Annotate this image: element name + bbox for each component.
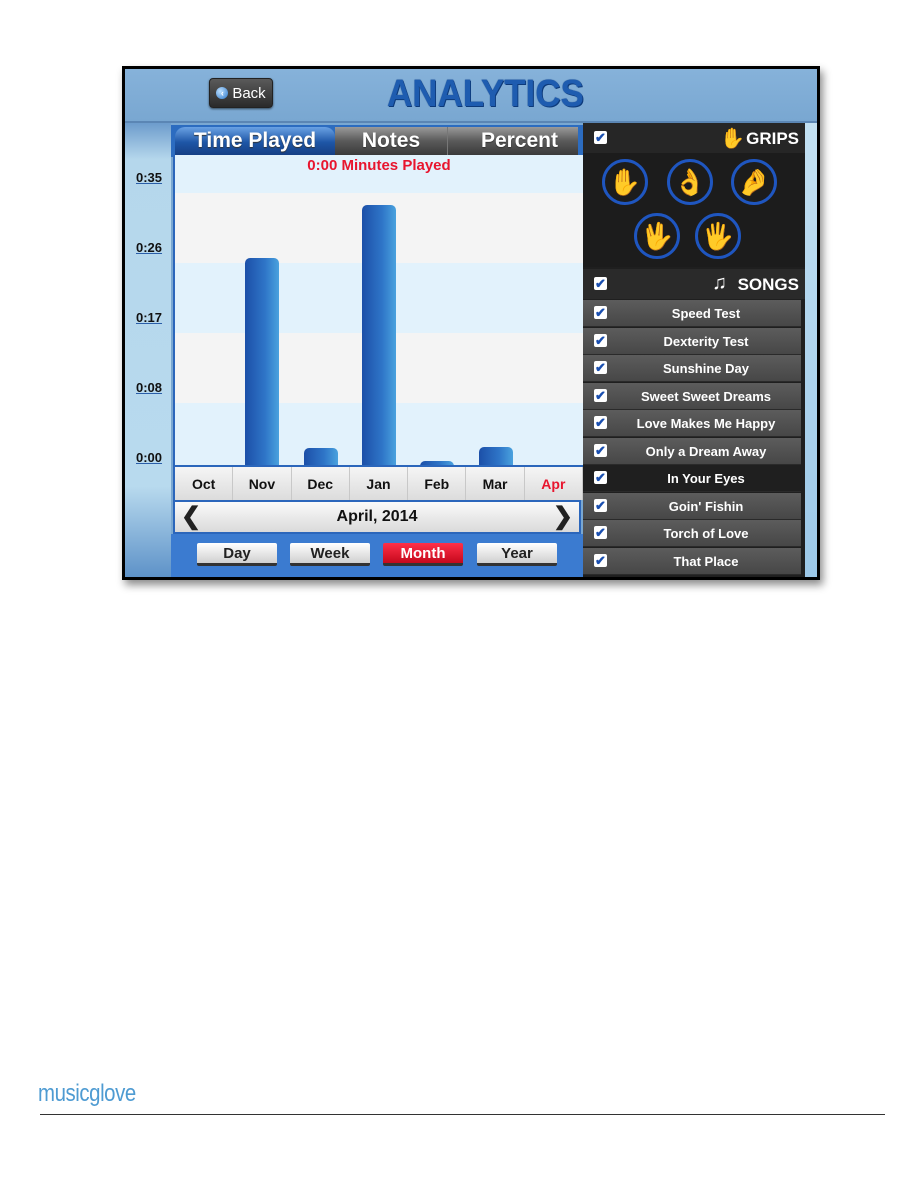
y-tick-label: 0:08: [136, 380, 163, 395]
y-axis-strip: 0:00 0:08 0:17 0:26 0:35: [125, 123, 171, 577]
tab-percent[interactable]: Percent: [448, 127, 578, 155]
song-title: Goin' Fishin: [668, 498, 744, 514]
song-checkbox[interactable]: ✔: [594, 553, 607, 567]
back-label: Back: [232, 84, 266, 102]
y-tick-label: 0:26: [136, 240, 163, 255]
grips-header: ✔ ✋ GRIPS: [583, 123, 805, 153]
song-list-item[interactable]: ✔ In Your Eyes: [583, 465, 801, 492]
x-tick-label-mar[interactable]: Mar: [466, 467, 525, 500]
header-bar: ‹ Back ANALYTICS: [125, 69, 817, 123]
song-checkbox[interactable]: ✔: [594, 471, 607, 484]
chevron-right-icon[interactable]: ❯: [553, 504, 573, 530]
song-checkbox[interactable]: ✔: [594, 333, 607, 347]
tab-bar: Time Played Notes Percent: [171, 125, 583, 157]
period-month-button[interactable]: Month: [383, 543, 463, 566]
song-title: Sweet Sweet Dreams: [640, 388, 772, 404]
page-title: ANALYTICS: [387, 73, 584, 115]
song-list-item[interactable]: ✔ Only a Dream Away: [583, 437, 801, 465]
y-tick-label: 0:00: [136, 450, 163, 465]
month-axis: Oct Nov Dec Jan Feb Mar Apr: [173, 465, 585, 500]
hand-icon: ✋: [720, 128, 745, 150]
y-tick-label: 0:35: [136, 170, 163, 185]
song-list-item[interactable]: ✔ Torch of Love: [583, 520, 801, 547]
song-checkbox[interactable]: ✔: [594, 443, 607, 457]
song-title: Dexterity Test: [663, 333, 749, 349]
grip-ok-sign-icon[interactable]: 👌: [667, 159, 713, 205]
song-title: Torch of Love: [663, 526, 749, 541]
period-week-button[interactable]: Week: [290, 543, 370, 566]
grip-flat-hand-icon[interactable]: ✋: [602, 159, 648, 205]
chart-area: 0:00 Minutes Played: [173, 155, 585, 466]
songs-label: SONGS: [737, 275, 799, 294]
song-checkbox[interactable]: ✔: [594, 306, 607, 319]
song-list-item[interactable]: ✔ Dexterity Test: [583, 327, 801, 355]
scrollbar-track[interactable]: [805, 123, 817, 577]
grips-checkbox[interactable]: ✔: [594, 131, 607, 144]
song-list-item[interactable]: ✔ Love Makes Me Happy: [583, 410, 801, 437]
footer-divider: [40, 1114, 885, 1115]
grip-pinch-icon[interactable]: 🤌: [731, 159, 777, 205]
song-list-item[interactable]: ✔ That Place: [583, 547, 801, 575]
back-arrow-icon: ‹: [216, 87, 229, 99]
y-tick-label: 0:17: [136, 310, 163, 325]
grip-three-finger-icon[interactable]: 🖖: [634, 213, 680, 259]
tab-time-played[interactable]: Time Played: [175, 127, 335, 155]
song-checkbox[interactable]: ✔: [594, 526, 607, 539]
song-title: Love Makes Me Happy: [636, 416, 776, 431]
minutes-played-label: 0:00 Minutes Played: [307, 157, 451, 174]
song-list-item[interactable]: ✔ Sweet Sweet Dreams: [583, 382, 801, 410]
song-title: Sunshine Day: [663, 361, 749, 376]
x-tick-label-feb[interactable]: Feb: [408, 467, 467, 500]
period-day-button[interactable]: Day: [197, 543, 277, 566]
song-title: That Place: [673, 553, 739, 569]
song-list-item[interactable]: ✔ Sunshine Day: [583, 355, 801, 382]
song-title: Only a Dream Away: [645, 443, 767, 459]
brand-logo: musicglove: [38, 1080, 136, 1107]
x-tick-label-apr[interactable]: Apr: [525, 467, 583, 500]
filter-panel: ✔ ✋ GRIPS ✋ 👌 🤌 🖖 🖐 ✔ ♫ SONGS ✔ Speed Tes…: [583, 123, 805, 577]
x-tick-label-jan[interactable]: Jan: [350, 467, 409, 500]
tab-notes[interactable]: Notes: [335, 127, 448, 155]
analytics-screen: ‹ Back ANALYTICS 0:00 0:08 0:17 0:26 0:35 Ti…: [125, 69, 817, 577]
song-title: In Your Eyes: [667, 471, 745, 486]
period-selector: Day Week Month Year: [171, 534, 583, 577]
x-tick-label-nov[interactable]: Nov: [233, 467, 292, 500]
music-note-icon: ♫: [712, 272, 727, 294]
song-checkbox[interactable]: ✔: [594, 498, 607, 512]
date-navigator: ❮ April, 2014 ❯: [173, 500, 581, 534]
app-window: ‹ Back ANALYTICS 0:00 0:08 0:17 0:26 0:35 Ti…: [122, 66, 820, 580]
x-tick-label-oct[interactable]: Oct: [175, 467, 234, 500]
grips-label: GRIPS: [746, 129, 799, 148]
song-checkbox[interactable]: ✔: [594, 361, 607, 374]
song-title: Speed Test: [671, 306, 741, 321]
bar-nov: [245, 258, 280, 466]
period-year-button[interactable]: Year: [477, 543, 557, 566]
bar-dec: [303, 447, 338, 466]
x-tick-label-dec[interactable]: Dec: [292, 467, 350, 500]
grips-grid: ✋ 👌 🤌 🖖 🖐: [583, 153, 805, 267]
back-button[interactable]: ‹ Back: [209, 78, 273, 108]
bar-jan: [362, 205, 396, 466]
grip-four-finger-icon[interactable]: 🖐: [695, 213, 741, 259]
songs-checkbox[interactable]: ✔: [594, 277, 607, 290]
song-checkbox[interactable]: ✔: [594, 388, 607, 402]
song-list-item[interactable]: ✔ Speed Test: [583, 300, 801, 327]
song-list-item[interactable]: ✔ Goin' Fishin: [583, 492, 801, 520]
current-period-label: April, 2014: [336, 508, 418, 525]
song-checkbox[interactable]: ✔: [594, 416, 607, 429]
bar-mar: [478, 446, 513, 466]
songs-header: ✔ ♫ SONGS: [583, 269, 805, 299]
